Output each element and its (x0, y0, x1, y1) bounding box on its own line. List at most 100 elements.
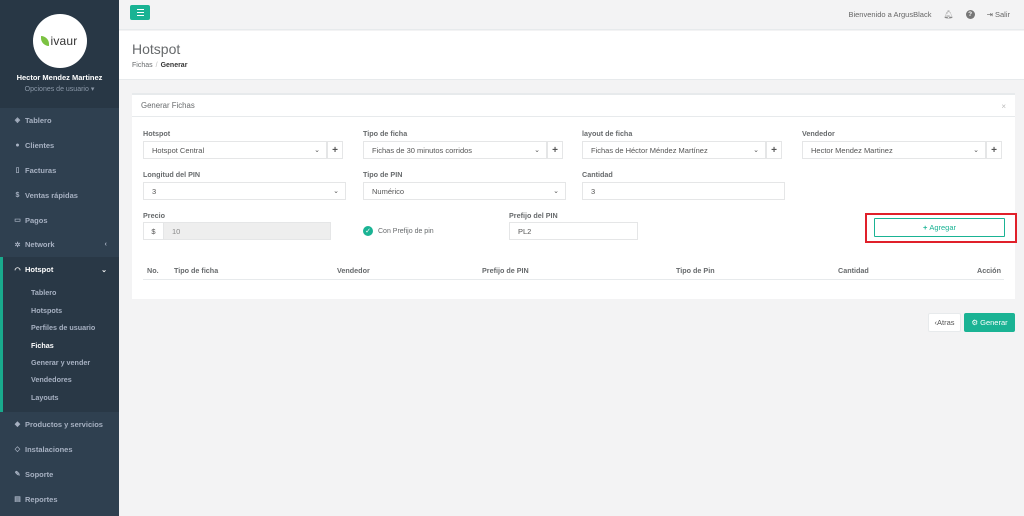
welcome-text: Bienvenido a ArgusBlack (848, 9, 932, 19)
submenu-item-hotspots[interactable]: Hotspots (3, 302, 119, 319)
logo-text: ivaur (50, 34, 78, 48)
atras-button[interactable]: ‹ Atras (928, 313, 961, 332)
users-icon: ● (15, 141, 20, 149)
col-cantidad: Cantidad (838, 266, 869, 275)
sidebar-item-facturas[interactable]: ▯ Facturas (0, 158, 119, 183)
col-no: No. (147, 266, 159, 275)
money-icon: ▭ (14, 217, 21, 224)
page-title: Hotspot (132, 41, 181, 57)
caret-down-icon: ▾ (90, 86, 95, 93)
company-logo: ivaur (32, 14, 87, 68)
close-icon[interactable]: × (1001, 102, 1006, 111)
sidebar-item-ventas[interactable]: $ Ventas rápidas (0, 183, 119, 208)
add-layout-button[interactable]: + (766, 141, 782, 159)
add-hotspot-button[interactable]: + (327, 141, 343, 159)
sidebar-item-hotspot[interactable]: ◠ Hotspot ⌄ (0, 257, 119, 283)
precio-currency-addon: $ (143, 222, 164, 240)
tipo-pin-select[interactable]: Numérico ⌄ (363, 182, 566, 200)
add-vendedor-button[interactable]: + (986, 141, 1002, 159)
breadcrumb: Fichas / Generar (132, 62, 188, 69)
sidebar-nav: ◈ Tablero ● Clientes ▯ Facturas $ Ventas ráp… (0, 108, 119, 512)
chevron-down-icon: ⌄ (314, 147, 320, 154)
plus-icon: + (922, 223, 928, 232)
cantidad-label: Cantidad (582, 170, 613, 179)
plus-icon: + (332, 144, 338, 156)
plus-icon: + (552, 144, 558, 156)
menu-toggle-button[interactable] (130, 5, 150, 20)
precio-input: 10 (163, 222, 331, 240)
chevron-down-icon: ⌄ (553, 188, 559, 195)
col-tipo-pin: Tipo de Pin (676, 266, 715, 275)
col-vendedor: Vendedor (337, 266, 370, 275)
vendedor-label: Vendedor (802, 129, 835, 138)
page-heading: Hotspot Fichas / Generar (119, 31, 1024, 80)
submenu-item-vendedores[interactable]: Vendedores (3, 371, 119, 388)
sidebar-item-soporte[interactable]: ✎ Soporte (0, 462, 119, 487)
sidebar: ivaur Hector Mendez Martinez Opciones de… (0, 0, 119, 516)
gear-icon: ⚙ (971, 318, 979, 327)
plus-icon: + (991, 144, 997, 156)
user-name: Hector Mendez Martinez (16, 73, 103, 82)
profile-block: ivaur Hector Mendez Martinez Opciones de… (0, 0, 119, 108)
panel-title: Generar Fichas (132, 95, 1015, 117)
prefijo-pin-label: Prefijo del PIN (509, 211, 558, 220)
longitud-pin-select[interactable]: 3 ⌄ (143, 182, 346, 200)
generar-button[interactable]: ⚙ Generar (964, 313, 1015, 332)
book-icon: ▤ (14, 496, 21, 504)
file-icon: ▯ (15, 167, 20, 175)
logout-link[interactable]: ⇥ Salir (987, 10, 1010, 19)
tipo-ficha-label: Tipo de ficha (363, 129, 408, 138)
sign-out-icon: ⇥ (986, 9, 993, 19)
sidebar-item-tablero[interactable]: ◈ Tablero (0, 108, 119, 133)
user-options-toggle[interactable]: Opciones de usuario ▾ (25, 85, 95, 93)
topbar: Bienvenido a ArgusBlack 🔔︎ ? ⇥ Salir (119, 0, 1024, 30)
submenu-item-perfiles[interactable]: Perfiles de usuario (3, 319, 119, 336)
submenu-item-layouts[interactable]: Layouts (3, 389, 119, 406)
tag-icon: ◆ (14, 421, 21, 429)
check-circle-icon: ✓ (363, 226, 373, 236)
submenu-item-generar-vender[interactable]: Generar y vender (3, 354, 119, 371)
con-prefijo-checkbox[interactable]: ✓ Con Prefijo de pin (363, 226, 434, 236)
generar-fichas-panel: Generar Fichas × Hotspot Hotspot Central… (132, 93, 1017, 299)
topbar-right: Bienvenido a ArgusBlack 🔔︎ ? ⇥ Salir (848, 9, 1010, 19)
submenu-item-tablero[interactable]: Tablero (3, 284, 119, 301)
prefijo-pin-input[interactable]: PL2 (509, 222, 638, 240)
hotspot-label: Hotspot (143, 129, 171, 138)
dollar-icon: $ (15, 191, 20, 199)
plus-icon: + (771, 144, 777, 156)
tipo-pin-label: Tipo de PIN (363, 170, 403, 179)
wrench-icon: ✎ (14, 471, 21, 479)
help-icon[interactable]: ? (965, 9, 975, 19)
layout-ficha-select[interactable]: Fichas de Héctor Méndez Martínez ⌄ (582, 141, 766, 159)
sidebar-item-reportes[interactable]: ▤ Reportes (0, 487, 119, 512)
sidebar-item-clientes[interactable]: ● Clientes (0, 133, 119, 158)
chevron-down-icon: ⌄ (534, 147, 540, 154)
submenu-item-fichas[interactable]: Fichas (3, 336, 119, 353)
sitemap-icon: ✲ (14, 241, 21, 249)
layout-ficha-label: layout de ficha (582, 129, 633, 138)
breadcrumb-generar: Generar (160, 62, 188, 69)
col-accion: Acción (977, 266, 1001, 275)
sidebar-item-productos[interactable]: ◆ Productos y servicios (0, 412, 119, 437)
precio-label: Precio (143, 211, 165, 220)
col-prefijo-pin: Prefijo de PIN (482, 266, 529, 275)
bell-icon[interactable]: 🔔︎ (943, 10, 953, 19)
hotspot-select[interactable]: Hotspot Central ⌄ (143, 141, 327, 159)
breadcrumb-fichas[interactable]: Fichas (132, 62, 153, 69)
chevron-down-icon: ⌄ (333, 188, 339, 195)
chevron-down-icon: ⌄ (973, 147, 979, 154)
agregar-button[interactable]: + Agregar (874, 218, 1005, 237)
tipo-ficha-select[interactable]: Fichas de 30 minutos corridos ⌄ (363, 141, 547, 159)
hotspot-submenu: Tablero Hotspots Perfiles de usuario Fic… (0, 282, 119, 412)
sidebar-item-network[interactable]: ✲ Network ‹ (0, 232, 119, 257)
diamond-icon: ◇ (14, 446, 21, 454)
wifi-icon: ◠ (14, 266, 21, 274)
chevron-down-icon: ⌄ (753, 147, 759, 154)
sidebar-item-pagos[interactable]: ▭ Pagos (0, 208, 119, 233)
dashboard-icon: ◈ (14, 117, 21, 125)
sidebar-item-instalaciones[interactable]: ◇ Instalaciones (0, 437, 119, 462)
add-tipo-ficha-button[interactable]: + (547, 141, 563, 159)
cantidad-input[interactable]: 3 (582, 182, 785, 200)
vendedor-select[interactable]: Hector Mendez Martinez ⌄ (802, 141, 986, 159)
chevron-left-icon: ‹ (104, 241, 107, 249)
